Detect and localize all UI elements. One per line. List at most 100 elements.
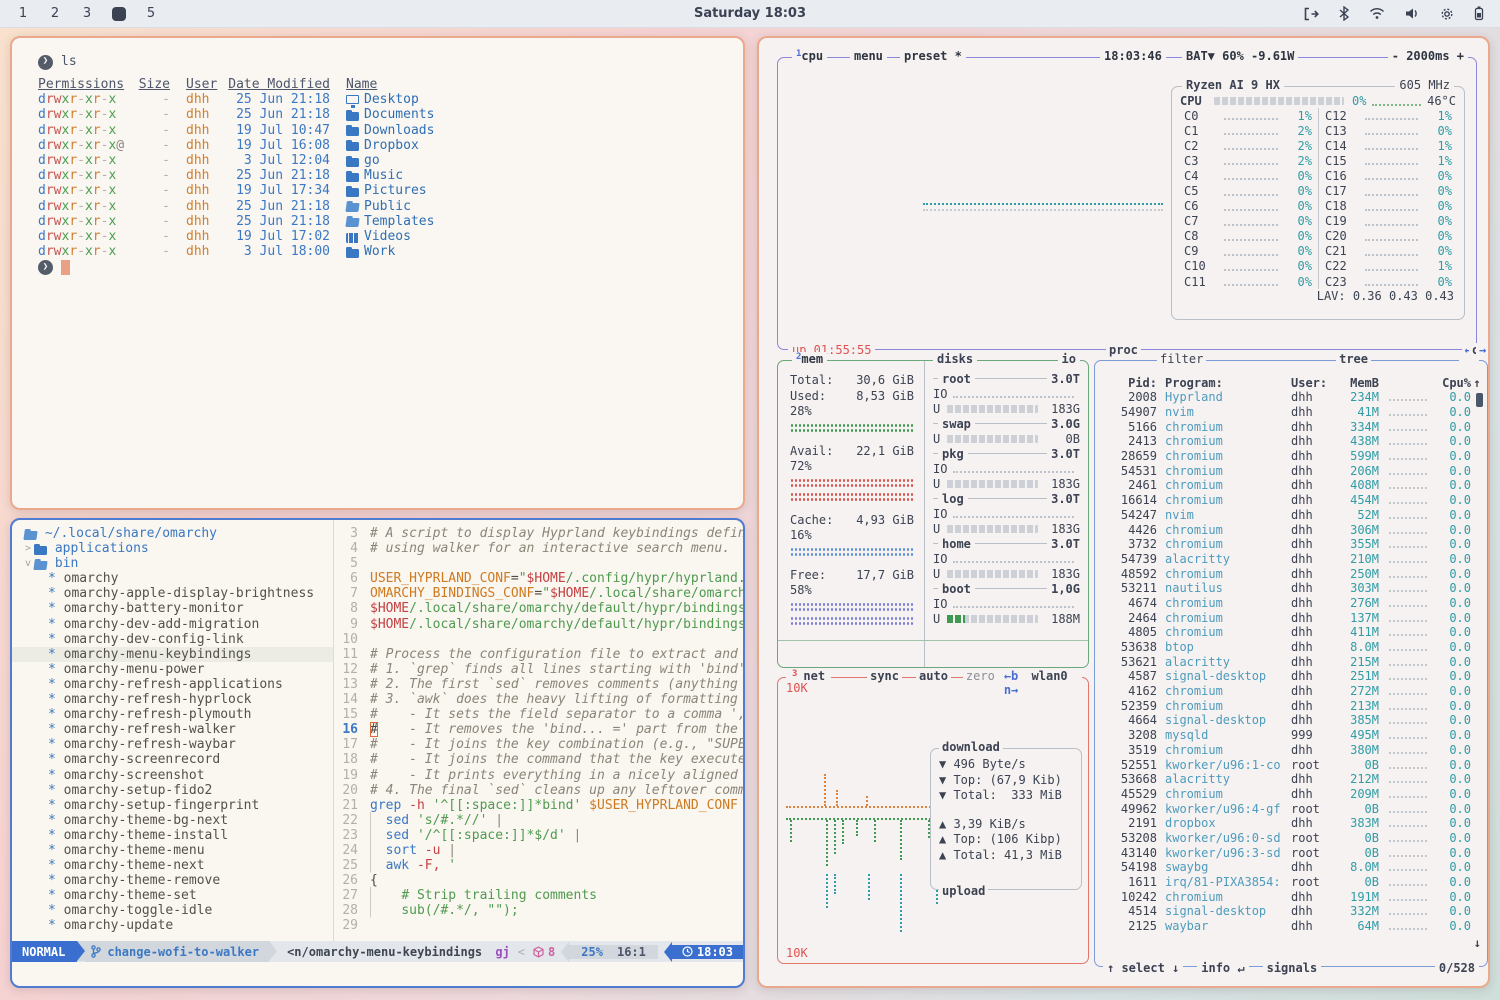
tree-item-omarchy-apple-display-brightness[interactable]: * omarchy-apple-display-brightness — [12, 586, 333, 601]
process-row[interactable]: 54907nvimdhh41M0.0 — [1095, 405, 1487, 420]
process-row[interactable]: 54531chromiumdhh206M0.0 — [1095, 463, 1487, 478]
tree-item-omarchy-screenshot[interactable]: * omarchy-screenshot — [12, 768, 333, 783]
process-row[interactable]: 3208mysqld999495M0.0 — [1095, 728, 1487, 743]
process-row[interactable]: 54247nvimdhh52M0.0 — [1095, 508, 1487, 523]
process-row[interactable]: 48592chromiumdhh250M0.0 — [1095, 566, 1487, 581]
process-row[interactable]: 49962kworker/u96:4-gfroot0B0.0 — [1095, 801, 1487, 816]
disks-io-tab[interactable]: io — [1058, 352, 1080, 366]
cpu-box-title[interactable]: 1cpu — [792, 49, 827, 63]
terminal-window-ls[interactable]: ❯ ls Permissions Size User Date Modified… — [10, 36, 745, 510]
tree-item-omarchy-theme-bg-next[interactable]: * omarchy-theme-bg-next — [12, 813, 333, 828]
proc-scrollbar-thumb[interactable] — [1476, 393, 1483, 407]
net-auto-tab[interactable]: auto — [916, 669, 951, 697]
process-row[interactable]: 53211nautilusdhh303M0.0 — [1095, 581, 1487, 596]
tree-folder-bin[interactable]: v bin — [12, 556, 333, 571]
process-row[interactable]: 52359chromiumdhh213M0.0 — [1095, 698, 1487, 713]
process-row[interactable]: 5166chromiumdhh334M0.0 — [1095, 419, 1487, 434]
neovim-window[interactable]: ~/.local/share/omarchy> applicationsv bi… — [10, 518, 745, 988]
tree-item-omarchy-theme-remove[interactable]: * omarchy-theme-remove — [12, 873, 333, 888]
process-row[interactable]: 4587signal-desktopdhh251M0.0 — [1095, 669, 1487, 684]
tree-item-omarchy-refresh-walker[interactable]: * omarchy-refresh-walker — [12, 722, 333, 737]
net-interface-switcher[interactable]: ←b wlan0 n→ — [998, 669, 1082, 697]
process-row[interactable]: 53638btopdhh8.0M0.0 — [1095, 640, 1487, 655]
proc-col-memb[interactable]: MemB — [1331, 376, 1379, 390]
sort-direction-arrow[interactable]: ↑ — [1471, 376, 1483, 390]
tree-item-omarchy-dev-add-migration[interactable]: * omarchy-dev-add-migration — [12, 617, 333, 632]
process-row[interactable]: 3519chromiumdhh380M0.0 — [1095, 743, 1487, 758]
tree-item-omarchy-theme-next[interactable]: * omarchy-theme-next — [12, 858, 333, 873]
tree-root[interactable]: ~/.local/share/omarchy — [12, 526, 333, 541]
cpu-core-row: C121% — [1319, 108, 1458, 123]
process-row[interactable]: 53621alacrittydhh215M0.0 — [1095, 654, 1487, 669]
process-row[interactable]: 54198swaybgdhh8.0M0.0 — [1095, 860, 1487, 875]
net-sync-tab[interactable]: sync — [867, 669, 902, 697]
process-row[interactable]: 4514signal-desktopdhh332M0.0 — [1095, 904, 1487, 919]
process-row[interactable]: 54739alacrittydhh210M0.0 — [1095, 552, 1487, 567]
process-row[interactable]: 52551kworker/u96:1-coroot0B0.0 — [1095, 757, 1487, 772]
tree-item-omarchy-toggle-idle[interactable]: * omarchy-toggle-idle — [12, 903, 333, 918]
tree-item-omarchy-theme-install[interactable]: * omarchy-theme-install — [12, 828, 333, 843]
tree-item-omarchy-theme-menu[interactable]: * omarchy-theme-menu — [12, 843, 333, 858]
process-row[interactable]: 4426chromiumdhh306M0.0 — [1095, 522, 1487, 537]
tree-item-omarchy-setup-fingerprint[interactable]: * omarchy-setup-fingerprint — [12, 798, 333, 813]
proc-select-hint[interactable]: ↑ select ↓ — [1103, 961, 1183, 975]
proc-filter-tab[interactable]: filter — [1157, 352, 1206, 366]
process-row[interactable]: 2461chromiumdhh408M0.0 — [1095, 478, 1487, 493]
process-row[interactable]: 4805chromiumdhh411M0.0 — [1095, 625, 1487, 640]
proc-col-program[interactable]: Program: — [1165, 376, 1291, 390]
proc-signals-hint[interactable]: signals — [1263, 961, 1322, 975]
asterisk-icon: * — [48, 722, 64, 737]
preset-button[interactable]: preset * — [900, 49, 966, 63]
tree-item-omarchy-menu-power[interactable]: * omarchy-menu-power — [12, 662, 333, 677]
mem-box-title[interactable]: 2mem — [792, 352, 827, 366]
tree-item-omarchy-update[interactable]: * omarchy-update — [12, 918, 333, 933]
proc-info-hint[interactable]: info ↵ — [1197, 961, 1248, 975]
menu-button[interactable]: menu — [850, 49, 887, 63]
proc-col-pid[interactable]: Pid: — [1105, 376, 1157, 390]
tree-item-omarchy-setup-fido2[interactable]: * omarchy-setup-fido2 — [12, 783, 333, 798]
process-row[interactable]: 10242chromiumdhh191M0.0 — [1095, 889, 1487, 904]
process-row[interactable]: 53208kworker/u96:0-sdroot0B0.0 — [1095, 831, 1487, 846]
tree-item-omarchy-theme-set[interactable]: * omarchy-theme-set — [12, 888, 333, 903]
proc-scroll-down-arrow[interactable]: ↓ — [1474, 936, 1481, 950]
process-row[interactable]: 2464chromiumdhh137M0.0 — [1095, 610, 1487, 625]
git-branch-segment[interactable]: change-wofi-to-walker — [85, 941, 269, 962]
disks-title[interactable]: disks — [933, 352, 977, 366]
tree-item-omarchy-menu-keybindings[interactable]: * omarchy-menu-keybindings — [12, 647, 333, 662]
process-row[interactable]: 2191dropboxdhh383M0.0 — [1095, 816, 1487, 831]
tree-item-omarchy-refresh-hyprlock[interactable]: * omarchy-refresh-hyprlock — [12, 692, 333, 707]
process-row[interactable]: 53668alacrittydhh212M0.0 — [1095, 772, 1487, 787]
process-row[interactable]: 2413chromiumdhh438M0.0 — [1095, 434, 1487, 449]
process-row[interactable]: 2008Hyprlanddhh234M0.0 — [1095, 390, 1487, 405]
process-row[interactable]: 16614chromiumdhh454M0.0 — [1095, 493, 1487, 508]
tree-item-omarchy-screenrecord[interactable]: * omarchy-screenrecord — [12, 752, 333, 767]
proc-sort-control[interactable]: ← cpu lazy → — [1459, 352, 1479, 366]
code-editor-panel[interactable]: 3# A script to display Hyprland keybindi… — [334, 520, 743, 941]
process-row[interactable]: 4162chromiumdhh272M0.0 — [1095, 684, 1487, 699]
disk-log: log3.0T — [933, 491, 1080, 506]
proc-col-cpu[interactable]: Cpu% — [1435, 376, 1471, 390]
tree-folder-applications[interactable]: > applications — [12, 541, 333, 556]
btop-window[interactable]: 1cpu menu preset * 18:03:46 BAT▼ 60% -9.… — [757, 36, 1490, 988]
code-text: ▏ sort -u | — [370, 843, 456, 858]
file-permissions: drwxr-xr-x — [38, 153, 134, 168]
proc-tree-tab[interactable]: tree — [1336, 352, 1371, 366]
process-row[interactable]: 4664signal-desktopdhh385M0.0 — [1095, 713, 1487, 728]
tree-item-omarchy-dev-config-link[interactable]: * omarchy-dev-config-link — [12, 632, 333, 647]
process-row[interactable]: 45529chromiumdhh209M0.0 — [1095, 787, 1487, 802]
process-row[interactable]: 28659chromiumdhh599M0.0 — [1095, 449, 1487, 464]
proc-col-user[interactable]: User: — [1291, 376, 1331, 390]
process-row[interactable]: 4674chromiumdhh276M0.0 — [1095, 596, 1487, 611]
refresh-interval-control[interactable]: - 2000ms + — [1388, 49, 1468, 63]
tree-item-omarchy-refresh-applications[interactable]: * omarchy-refresh-applications — [12, 677, 333, 692]
tree-item-omarchy-refresh-plymouth[interactable]: * omarchy-refresh-plymouth — [12, 707, 333, 722]
process-row[interactable]: 2125waybardhh64M0.0 — [1095, 919, 1487, 934]
net-zero-tab[interactable]: zero — [963, 669, 998, 697]
tree-item-omarchy[interactable]: * omarchy — [12, 571, 333, 586]
process-row[interactable]: 43140kworker/u96:3-sdroot0B0.0 — [1095, 845, 1487, 860]
process-row[interactable]: 1611irq/81-PIXA3854:root0B0.0 — [1095, 875, 1487, 890]
film-icon — [346, 233, 359, 243]
process-row[interactable]: 3732chromiumdhh355M0.0 — [1095, 537, 1487, 552]
tree-item-omarchy-battery-monitor[interactable]: * omarchy-battery-monitor — [12, 601, 333, 616]
tree-item-omarchy-refresh-waybar[interactable]: * omarchy-refresh-waybar — [12, 737, 333, 752]
